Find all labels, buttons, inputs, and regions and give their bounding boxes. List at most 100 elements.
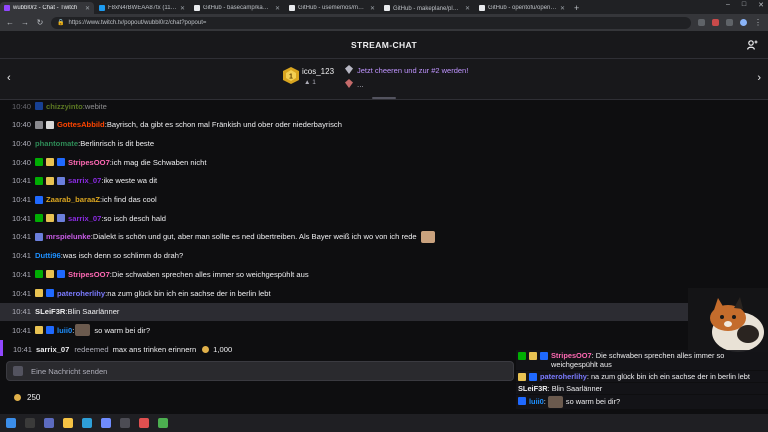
browser-tab[interactable]: GitHub - makeplane/plane: 🔥✕ [380, 2, 474, 14]
chat-message[interactable]: 10:40 chizzyinto: webite [0, 100, 768, 115]
chat-header: STREAM-CHAT [0, 31, 768, 59]
chat-message[interactable]: 10:41 SLeiF3R: Blin Saarlänner [0, 302, 768, 321]
chat-input[interactable]: Eine Nachricht senden [6, 361, 514, 381]
browser-window-icon[interactable] [44, 418, 54, 428]
chat-badge-icon[interactable] [57, 270, 66, 279]
chat-message[interactable]: 10:40 StripesOO7: ich mag die Schwaben ni… [0, 153, 768, 171]
profile-icon[interactable] [740, 19, 747, 26]
browser-tab[interactable]: F8xN4rBWEAA87tx (1179×1247)✕ [95, 2, 189, 14]
tab-favicon-icon [4, 5, 10, 11]
chat-badge-icon[interactable] [57, 158, 66, 167]
tab-title: GitHub - opentofu/opentofu: Op [488, 5, 557, 11]
chat-badge-icon[interactable] [35, 158, 44, 167]
windows-start-icon[interactable] [6, 418, 16, 428]
message-timestamp: 10:41 [12, 176, 32, 186]
chat-badge-icon[interactable] [57, 176, 66, 185]
chat-username[interactable]: mrspielunke [46, 232, 91, 241]
chat-username[interactable]: sarrix_07 [68, 214, 101, 223]
chat-username[interactable]: phantomate [35, 139, 78, 148]
chat-badge-icon[interactable] [46, 158, 55, 167]
chat-badge-icon[interactable] [46, 120, 55, 129]
chat-badge-icon[interactable] [46, 326, 55, 335]
new-tab-button[interactable]: + [570, 2, 583, 14]
tab-close-icon[interactable]: ✕ [85, 5, 90, 12]
chat-username[interactable]: Zaarab_baraaZ [46, 195, 100, 204]
chat-badge-icon[interactable] [46, 270, 55, 279]
browser-tab[interactable]: wubbl0rz - Chat - Twitch ✕ [0, 2, 94, 14]
obs-icon[interactable] [139, 418, 149, 428]
maximize-icon[interactable]: □ [742, 1, 746, 9]
chat-badge-icon[interactable] [35, 195, 44, 204]
file-explorer-icon[interactable] [63, 418, 73, 428]
chevron-left-icon[interactable]: ‹ [7, 72, 11, 84]
chat-username[interactable]: SLeiF3R [35, 307, 65, 316]
chat-username[interactable]: StripesOO7 [68, 158, 110, 167]
back-icon[interactable]: ← [6, 18, 14, 27]
chat-badge-icon[interactable] [35, 120, 44, 129]
chrome-icon[interactable] [158, 418, 168, 428]
emote-picker-icon[interactable] [13, 366, 23, 376]
address-bar[interactable]: 🔒 https://www.twitch.tv/popout/wubbl0rz/… [51, 16, 691, 29]
tab-close-icon[interactable]: ✕ [560, 5, 565, 12]
chat-message[interactable]: 10:41 Zaarab_baraaZ: ich find das cool [0, 191, 768, 209]
chat-badge-icon[interactable] [35, 232, 44, 241]
browser-tab[interactable]: GitHub - opentofu/opentofu: Op✕ [475, 2, 569, 14]
chat-message[interactable]: 10:41 mrspielunke: Dialekt is schön und g… [0, 228, 768, 246]
cheer-prompt[interactable]: Jetzt cheeren und zur #2 werden! [357, 66, 468, 75]
extension-icon[interactable] [712, 19, 719, 26]
tab-close-icon[interactable]: ✕ [465, 5, 470, 12]
chat-message[interactable]: 10:41 pateroherlihy: na zum glück bin ich… [0, 284, 768, 302]
close-window-icon[interactable]: ✕ [758, 1, 764, 9]
message-text: was isch denn so schlimm do drah? [62, 251, 184, 261]
chat-badge-icon[interactable] [57, 214, 66, 223]
chat-username[interactable]: luii0 [57, 326, 72, 335]
tab-close-icon[interactable]: ✕ [370, 5, 375, 12]
chat-username[interactable]: pateroherlihy [57, 289, 105, 298]
reload-icon[interactable]: ↻ [36, 18, 44, 27]
chat-username[interactable]: GottesAbbild [57, 120, 105, 129]
minimize-icon[interactable]: – [726, 1, 730, 9]
leader-name[interactable]: icos_123 [302, 67, 334, 76]
chat-badge-icon[interactable] [35, 176, 44, 185]
channel-points-icon [202, 345, 210, 353]
chat-message[interactable]: 10:41 sarrix_07: so isch desch hald [0, 209, 768, 227]
chat-username[interactable]: StripesOO7 [68, 270, 110, 279]
redeemer-username[interactable]: sarrix_07 [36, 345, 69, 354]
chat-message[interactable]: 10:40 phantomate: Berlinrisch is dit best… [0, 134, 768, 152]
chat-app-icon[interactable] [101, 418, 111, 428]
chat-message[interactable]: 10:41 Dutti96: was isch denn so schlimm d… [0, 247, 768, 265]
forward-icon[interactable]: → [21, 18, 29, 27]
emote-image[interactable] [75, 324, 91, 337]
chat-message[interactable]: 10:41 sarrix_07: ike weste wa dit [0, 172, 768, 190]
terminal-icon[interactable] [25, 418, 35, 428]
channel-points[interactable]: 250 [14, 393, 40, 402]
message-text: Bayrisch, da gibt es schon mal Fränkish … [106, 120, 342, 130]
chat-badge-icon[interactable] [35, 289, 44, 297]
chat-username[interactable]: Dutti96 [35, 251, 61, 260]
chat-message[interactable]: 10:40 GottesAbbild: Bayrisch, da gibt es … [0, 116, 768, 134]
chat-message[interactable]: 10:41 luii0: so warm bei dir? [0, 321, 768, 339]
tab-close-icon[interactable]: ✕ [180, 5, 185, 12]
chat-badge-icon[interactable] [46, 289, 55, 297]
chat-username[interactable]: sarrix_07 [68, 176, 101, 185]
tab-close-icon[interactable]: ✕ [275, 5, 280, 12]
banner-drag-handle[interactable] [372, 97, 396, 99]
community-users-icon[interactable] [747, 40, 758, 50]
edge-icon[interactable] [82, 418, 92, 428]
chat-username[interactable]: chizzyinto [46, 102, 83, 111]
chat-message[interactable]: 10:41 StripesOO7: Die schwaben sprechen a… [0, 265, 768, 283]
chat-badge-icon[interactable] [46, 214, 55, 223]
chat-badge-icon[interactable] [35, 270, 44, 279]
chat-badge-icon[interactable] [35, 214, 44, 223]
code-editor-icon[interactable] [120, 418, 130, 428]
chat-badge-icon[interactable] [35, 102, 44, 110]
emote-image[interactable] [420, 230, 435, 243]
chevron-right-icon[interactable]: › [757, 72, 761, 84]
chat-badge-icon[interactable] [46, 176, 55, 185]
browser-tab[interactable]: GitHub - usememos/memos: A p✕ [285, 2, 379, 14]
chat-badge-icon[interactable] [35, 326, 44, 335]
browser-tab[interactable]: GitHub - basecamp/kamal: Deploy✕ [190, 2, 284, 14]
extension-icon[interactable] [726, 19, 733, 26]
browser-menu-icon[interactable]: ⋮ [754, 18, 762, 27]
extension-icon[interactable] [698, 19, 705, 26]
